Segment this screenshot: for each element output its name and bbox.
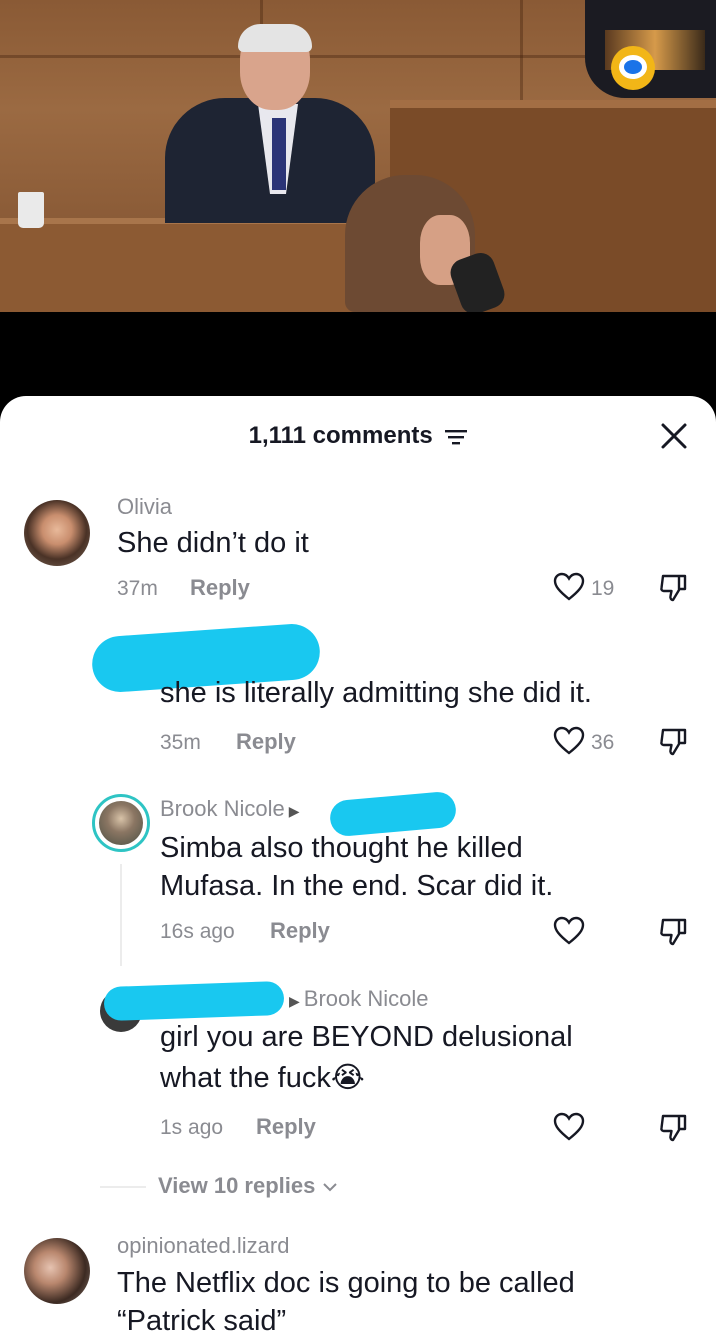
dislike-icon[interactable] bbox=[658, 726, 690, 756]
comment-text: She didn’t do it bbox=[117, 527, 309, 559]
dislike-icon[interactable] bbox=[658, 916, 690, 946]
comments-header: 1,111 comments bbox=[0, 422, 716, 450]
heart-icon[interactable] bbox=[553, 572, 585, 602]
comments-sheet: 1,111 comments Olivia She didn’t do it 3… bbox=[0, 396, 716, 1344]
comment-time: 1s ago bbox=[160, 1116, 224, 1139]
thread-line bbox=[120, 864, 122, 966]
comment-text-line: “Patrick said” bbox=[117, 1305, 287, 1337]
reply-to-label: ▶ Brook Nicole bbox=[289, 986, 429, 1011]
comment-username[interactable]: Olivia bbox=[117, 494, 172, 520]
comment-text-line: girl you are BEYOND delusional bbox=[160, 1021, 573, 1053]
cup bbox=[18, 192, 44, 228]
filter-icon[interactable] bbox=[445, 428, 468, 446]
chevron-down-icon bbox=[322, 1183, 337, 1192]
avatar[interactable] bbox=[24, 500, 90, 566]
heart-icon[interactable] bbox=[553, 1112, 585, 1142]
reply-button[interactable]: Reply bbox=[270, 918, 330, 944]
comment-username[interactable]: opinionated.lizard bbox=[117, 1233, 289, 1259]
comment-text-line: The Netflix doc is going to be called bbox=[117, 1267, 575, 1299]
like-count: 36 bbox=[591, 731, 615, 754]
man-hair bbox=[238, 24, 312, 52]
like-count: 19 bbox=[591, 577, 615, 600]
reply-button[interactable]: Reply bbox=[236, 729, 296, 755]
reply-arrow-icon: ▶ bbox=[288, 803, 300, 819]
reply-button[interactable]: Reply bbox=[256, 1114, 316, 1140]
comment-time: 16s ago bbox=[160, 920, 235, 943]
heart-icon[interactable] bbox=[553, 916, 585, 946]
reply-button[interactable]: Reply bbox=[190, 575, 250, 601]
comment-text-line: Simba also thought he killed bbox=[160, 832, 523, 864]
comments-count: 1,111 comments bbox=[248, 422, 433, 449]
comment-username[interactable]: Brook Nicole ▶ bbox=[160, 796, 304, 822]
video-frame[interactable] bbox=[0, 0, 716, 312]
comment-text-line: Mufasa. In the end. Scar did it. bbox=[160, 870, 554, 902]
man-tie bbox=[272, 118, 286, 190]
avatar-story-ring[interactable] bbox=[92, 794, 150, 852]
avatar[interactable] bbox=[24, 1238, 90, 1304]
heart-icon[interactable] bbox=[553, 726, 585, 756]
dislike-icon[interactable] bbox=[658, 572, 690, 602]
reply-arrow-icon: ▶ bbox=[289, 993, 300, 1009]
comment-time: 35m bbox=[160, 731, 201, 754]
comment-text: she is literally admitting she did it. bbox=[160, 677, 592, 709]
view-replies-button[interactable]: View 10 replies bbox=[158, 1173, 338, 1199]
redaction-mark bbox=[103, 980, 285, 1022]
messages-badge[interactable] bbox=[611, 46, 655, 90]
divider bbox=[100, 1186, 146, 1188]
close-icon[interactable] bbox=[660, 422, 688, 450]
comment-text-line: what the fuck😭 bbox=[160, 1062, 365, 1094]
city-image-thumbnail bbox=[585, 0, 716, 98]
dislike-icon[interactable] bbox=[658, 1112, 690, 1142]
comment-time: 37m bbox=[117, 577, 158, 600]
